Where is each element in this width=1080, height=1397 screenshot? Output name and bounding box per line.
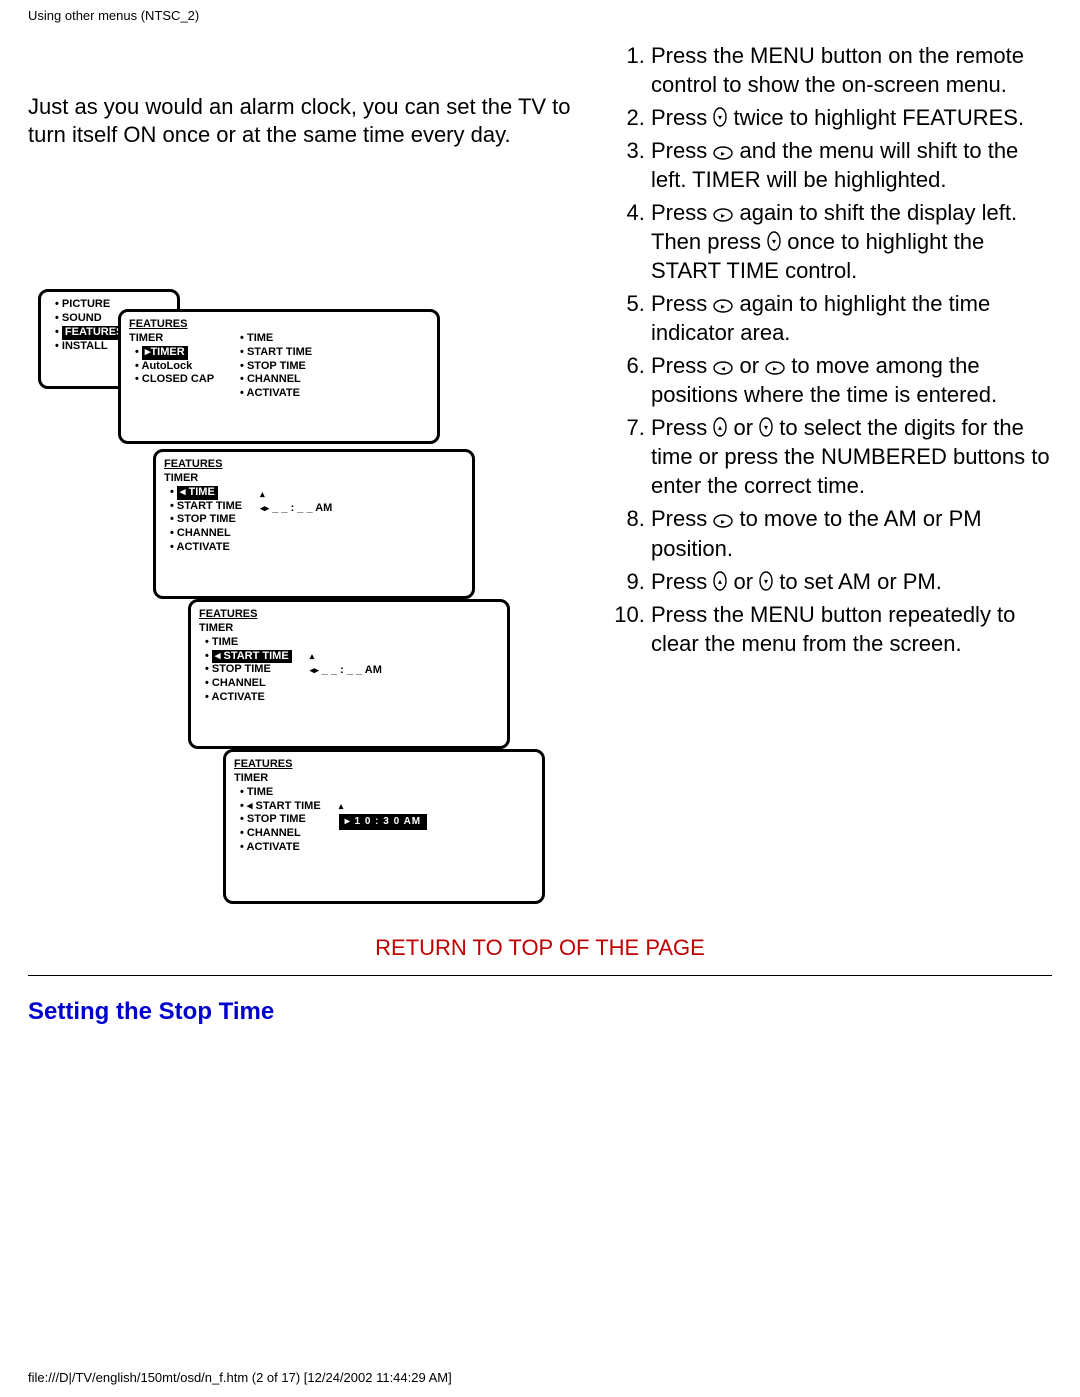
- menu-card-start-time: FEATURES TIMER TIME◂ START TIMESTOP TIME…: [188, 599, 510, 749]
- step-item: Press ▸ again to shift the display left.…: [651, 198, 1052, 285]
- step-item: Press ▸ to move to the AM or PM position…: [651, 504, 1052, 562]
- cursor-right-icon: ▸: [713, 208, 733, 222]
- cursor-up-icon: ▴: [713, 571, 727, 591]
- svg-text:▾: ▾: [718, 113, 722, 122]
- menu-card-time-set: FEATURES TIMER TIME◂ START TIMESTOP TIME…: [223, 749, 545, 904]
- menu-card-features: FEATURES TIMER ▸TIMERAutoLockCLOSED CAP …: [118, 309, 440, 444]
- return-to-top-link[interactable]: RETURN TO TOP OF THE PAGE: [28, 935, 1052, 961]
- step-item: Press ▴ or ▾ to set AM or PM.: [651, 567, 1052, 596]
- step-item: Press ▾ twice to highlight FEATURES.: [651, 103, 1052, 132]
- svg-text:▾: ▾: [764, 423, 768, 432]
- step-item: Press ▴ or ▾ to select the digits for th…: [651, 413, 1052, 500]
- intro-paragraph: Just as you would an alarm clock, you ca…: [28, 93, 583, 149]
- section-title-stop-time: Setting the Stop Time: [0, 976, 1080, 1026]
- svg-text:▾: ▾: [772, 237, 776, 246]
- left-column: Just as you would an alarm clock, you ca…: [28, 41, 583, 909]
- footer-path: file:///D|/TV/english/150mt/osd/n_f.htm …: [0, 1370, 452, 1393]
- svg-text:▸: ▸: [773, 364, 777, 373]
- cursor-right-icon: ▸: [713, 514, 733, 528]
- cursor-left-icon: ◂: [713, 361, 733, 375]
- steps-list: Press the MENU button on the remote cont…: [623, 41, 1052, 658]
- step-item: Press ▸ again to highlight the time indi…: [651, 289, 1052, 347]
- header-path: Using other menus (NTSC_2): [0, 0, 1080, 23]
- cursor-right-icon: ▸: [713, 299, 733, 313]
- main-content: Just as you would an alarm clock, you ca…: [0, 23, 1080, 961]
- cursor-down-icon: ▾: [759, 571, 773, 591]
- step-item: Press ▸ and the menu will shift to the l…: [651, 136, 1052, 194]
- svg-text:▾: ▾: [764, 577, 768, 586]
- menu-card-time: FEATURES TIMER ◂ TIMESTART TIMESTOP TIME…: [153, 449, 475, 599]
- step-item: Press the MENU button repeatedly to clea…: [651, 600, 1052, 658]
- right-column: Press the MENU button on the remote cont…: [623, 41, 1052, 662]
- svg-text:▴: ▴: [718, 423, 722, 432]
- cursor-up-icon: ▴: [713, 417, 727, 437]
- svg-text:▸: ▸: [721, 149, 725, 158]
- cursor-down-icon: ▾: [713, 107, 727, 127]
- step-item: Press ◂ or ▸ to move among the positions…: [651, 351, 1052, 409]
- step-item: Press the MENU button on the remote cont…: [651, 41, 1052, 99]
- svg-text:◂: ◂: [721, 364, 725, 373]
- cursor-down-icon: ▾: [767, 231, 781, 251]
- cursor-right-icon: ▸: [765, 361, 785, 375]
- cursor-right-icon: ▸: [713, 146, 733, 160]
- cursor-down-icon: ▾: [759, 417, 773, 437]
- svg-text:▴: ▴: [718, 577, 722, 586]
- svg-text:▸: ▸: [721, 211, 725, 220]
- svg-text:▸: ▸: [721, 517, 725, 526]
- menu-diagram: PICTURESOUNDFEATURESINSTALL FEATURES TIM…: [38, 289, 498, 909]
- svg-text:▸: ▸: [721, 302, 725, 311]
